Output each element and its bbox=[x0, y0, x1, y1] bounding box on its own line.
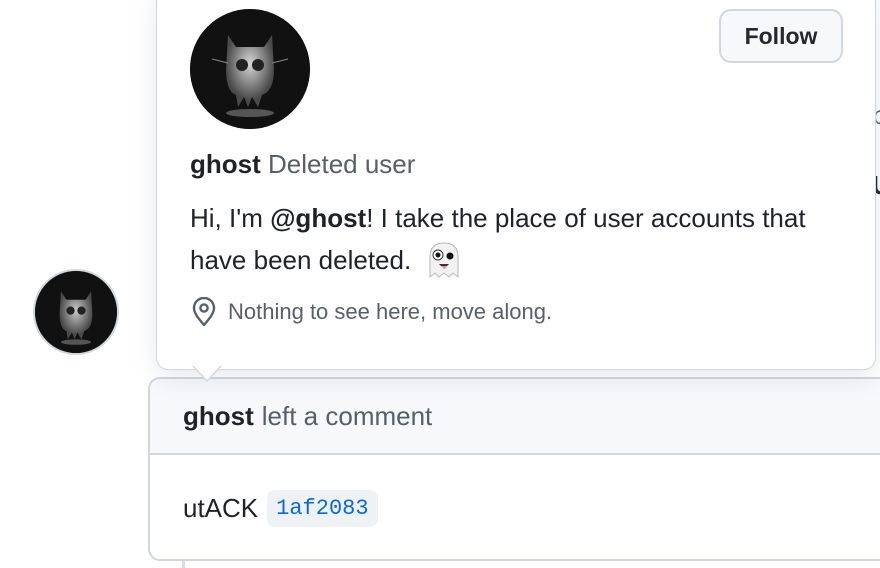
ghost-avatar-icon bbox=[190, 9, 310, 129]
user-bio: Hi, I'm @ghost! I take the place of user… bbox=[190, 197, 850, 281]
hovercard-user-line: ghost Deleted user bbox=[190, 149, 415, 180]
bio-mention-link[interactable]: @ghost bbox=[270, 203, 366, 233]
comment-box: ghost left a comment utACK 1af2083 bbox=[148, 377, 880, 561]
comment-author-link[interactable]: ghost bbox=[183, 401, 254, 432]
user-login-link[interactable]: ghost bbox=[190, 149, 261, 179]
comment-header: ghost left a comment bbox=[150, 379, 880, 455]
location-pin-icon bbox=[192, 297, 216, 327]
bio-prefix: Hi, I'm bbox=[190, 203, 271, 233]
user-display-name: Deleted user bbox=[268, 149, 416, 179]
location-text: Nothing to see here, move along. bbox=[228, 299, 553, 324]
comment-text: utACK bbox=[183, 492, 259, 523]
user-location: Nothing to see here, move along. bbox=[190, 297, 552, 327]
ghost-emoji-icon bbox=[429, 242, 459, 279]
user-hovercard: Follow ghost Deleted user Hi, I'm @ghost… bbox=[156, 0, 876, 370]
comment-action-text: left a comment bbox=[261, 400, 433, 431]
hovercard-caret-fill bbox=[193, 365, 221, 380]
comment-author-avatar[interactable] bbox=[35, 271, 117, 353]
commit-link[interactable]: 1af2083 bbox=[267, 489, 378, 527]
ghost-avatar-icon bbox=[35, 271, 117, 353]
comment-body: utACK 1af2083 bbox=[150, 455, 880, 559]
hovercard-avatar[interactable] bbox=[190, 9, 310, 129]
follow-button[interactable]: Follow bbox=[719, 9, 843, 63]
